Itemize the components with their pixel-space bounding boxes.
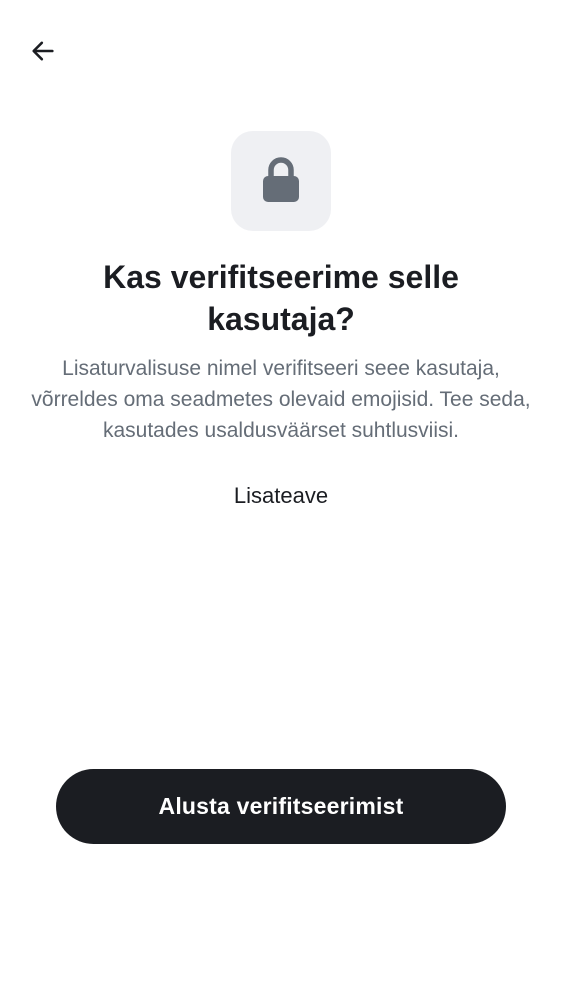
page-title: Kas verifitseerime selle kasutaja? (103, 259, 459, 337)
start-verification-button[interactable]: Alusta verifitseerimist (56, 769, 506, 844)
lock-icon-tile (231, 131, 331, 231)
lock-icon (261, 157, 301, 205)
description-text: Lisaturvalisuse nimel verifitseeri seee … (31, 357, 531, 442)
arrow-left-icon (29, 37, 57, 65)
learn-more-link[interactable]: Lisateave (181, 478, 381, 514)
back-button[interactable] (20, 28, 66, 74)
